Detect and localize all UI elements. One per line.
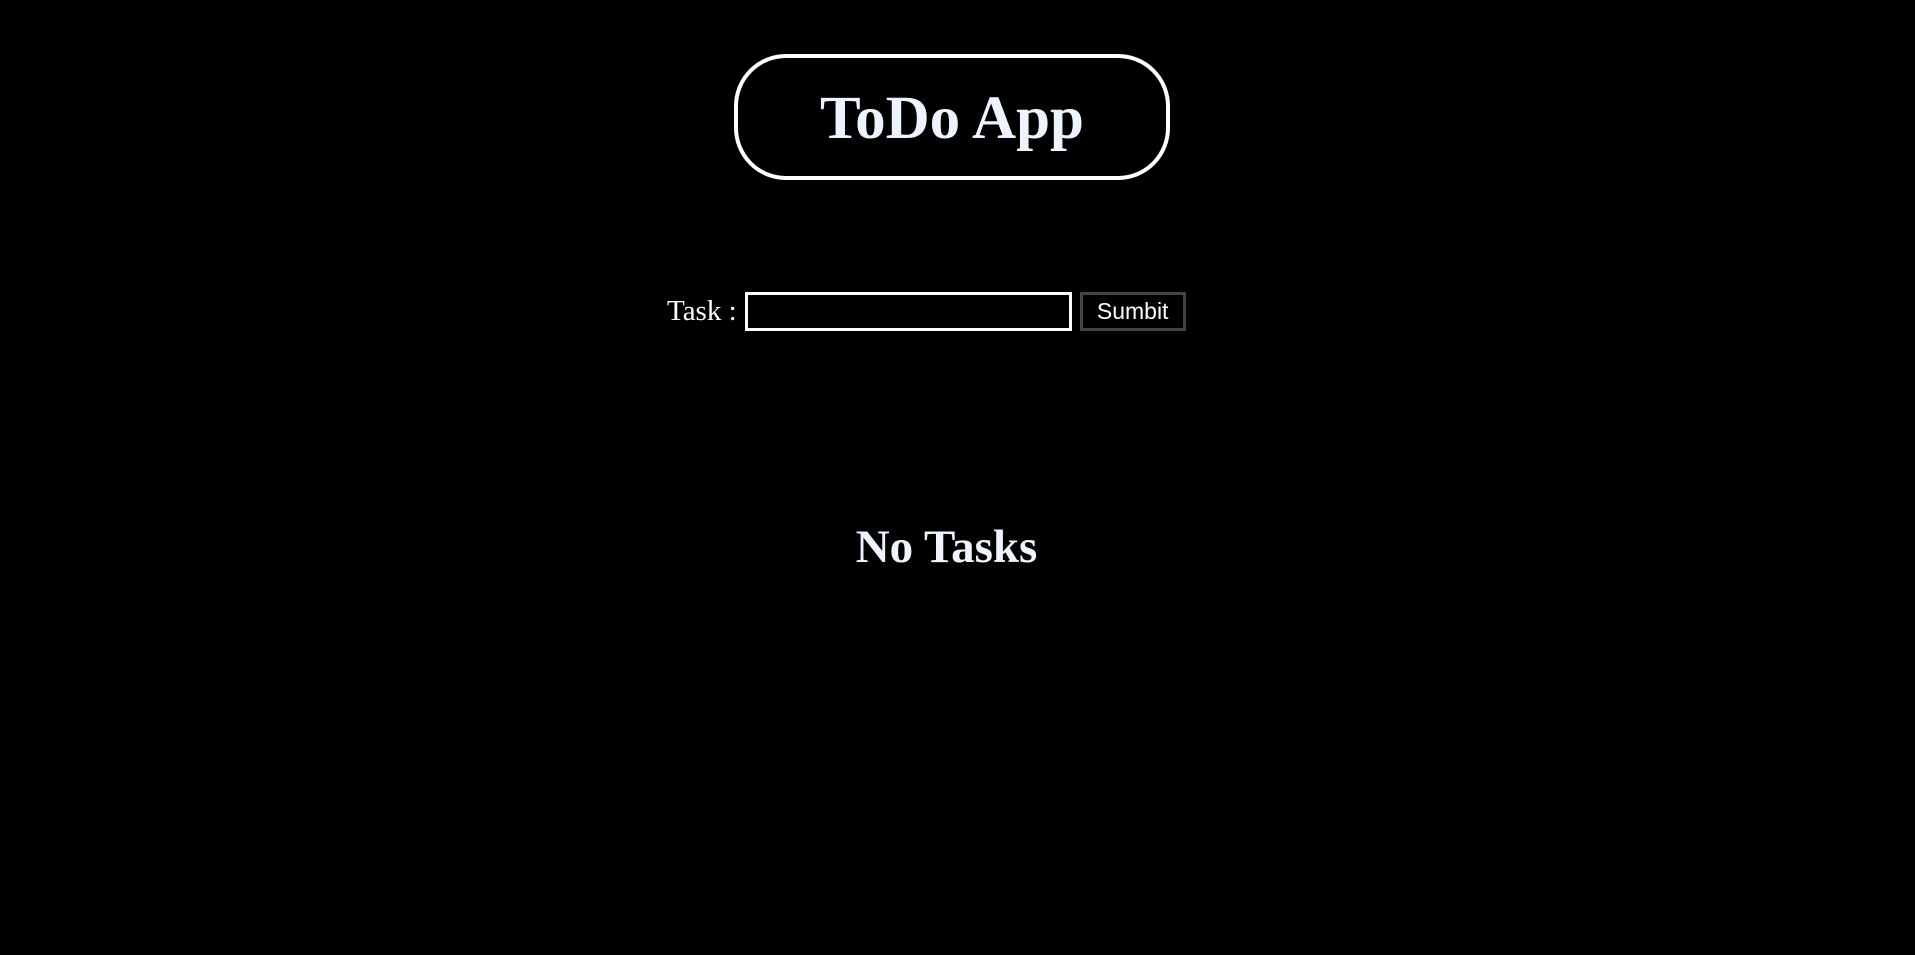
task-input[interactable] — [744, 292, 1072, 331]
app-title-banner: ToDo App — [734, 54, 1170, 180]
empty-tasks-message: No Tasks — [855, 521, 1038, 573]
submit-button[interactable]: Sumbit — [1079, 292, 1186, 331]
task-form: Task : Sumbit — [667, 292, 1186, 331]
todo-app-page: ToDo App Task : Sumbit No Tasks — [0, 0, 1915, 955]
task-label: Task : — [667, 295, 737, 327]
app-title: ToDo App — [820, 84, 1084, 152]
